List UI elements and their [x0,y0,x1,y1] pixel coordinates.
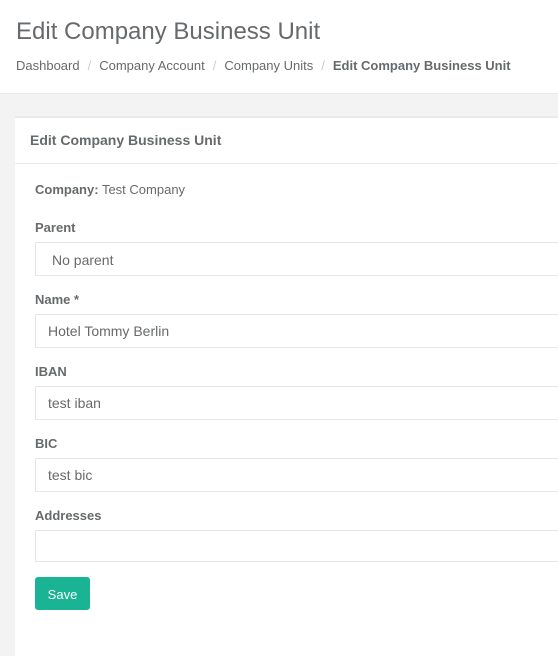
breadcrumb-dashboard[interactable]: Dashboard [16,58,80,73]
name-input[interactable] [35,314,558,348]
breadcrumb-current: Edit Company Business Unit [332,58,511,73]
parent-label: Parent [35,220,76,235]
addresses-label: Addresses [35,508,102,523]
page-title: Edit Company Business Unit [16,18,321,45]
bic-input[interactable] [35,458,558,492]
breadcrumb-separator: / [87,58,92,73]
company-info: Company: Test Company [35,182,185,197]
iban-label: IBAN [35,364,67,379]
save-button[interactable]: Save [35,577,90,610]
parent-select[interactable]: No parent [35,242,558,276]
page-heading: Edit Company Business Unit Dashboard / Com… [0,0,558,94]
edit-business-unit-panel: Edit Company Business Unit Company: Test… [15,116,558,656]
addresses-input[interactable] [35,530,558,562]
breadcrumb-separator: / [321,58,325,73]
iban-input[interactable] [35,386,558,420]
name-label: Name * [35,292,80,307]
breadcrumb: Dashboard / Company Account / Company Units /… [16,58,511,73]
breadcrumb-company-units[interactable]: Company Units [224,58,313,73]
breadcrumb-separator: / [212,58,217,73]
panel-title: Edit Company Business Unit [15,118,558,164]
company-value: Test Company [101,182,186,197]
company-label: Company: [35,182,99,197]
bic-label: BIC [35,436,58,451]
breadcrumb-company-account[interactable]: Company Account [99,58,205,73]
